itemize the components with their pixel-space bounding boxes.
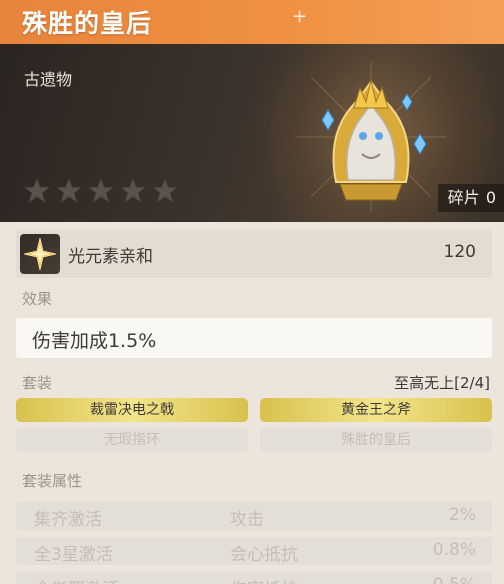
rarity-stars [22, 176, 180, 206]
main-stat-row: 光元素亲和 120 [16, 230, 492, 278]
light-element-icon [20, 234, 60, 274]
item-banner: 古遗物 碎片 0 [0, 44, 504, 222]
attr-condition: 集齐激活 [34, 510, 102, 530]
item-title: 殊胜的皇后 [22, 9, 153, 38]
attr-name: 会心抵抗 [230, 545, 298, 565]
set-attributes-label: 套装属性 [22, 472, 83, 490]
detail-panel: 光元素亲和 120 效果 伤害加成1.5% 套装 至高无上[2/4] 裁雷决电之… [0, 222, 504, 584]
set-piece[interactable]: 黄金王之斧 [260, 398, 492, 422]
shard-label: 碎片 [447, 188, 480, 207]
set-attribute-row: 全3星激活 会心抵抗 0.8% [16, 537, 492, 565]
attr-condition: 全觉醒激活 [34, 575, 119, 584]
star-icon [22, 176, 52, 206]
set-attribute-row: 集齐激活 攻击 2% [16, 502, 492, 530]
star-icon [150, 176, 180, 206]
set-progress: 至高无上[2/4] [394, 374, 490, 392]
effect-value: 伤害加成1.5% [32, 330, 157, 352]
main-stat-value: 120 [443, 242, 476, 262]
set-attribute-row: 全觉醒激活 伤害抵抗 0.5% [16, 572, 492, 584]
sparkle-icon: + [292, 6, 308, 27]
item-type-label: 古遗物 [24, 70, 73, 89]
attr-value: 0.8% [432, 540, 476, 560]
attr-name: 攻击 [230, 510, 264, 530]
set-label: 套装 [22, 374, 53, 392]
set-piece[interactable]: 无瑕指环 [16, 428, 248, 452]
artifact-detail-card: 殊胜的皇后 + 古遗物 碎片 0 光元素亲和 120 效果 伤害加成1.5% 套… [0, 0, 504, 584]
set-piece[interactable]: 裁雷决电之戟 [16, 398, 248, 422]
title-bar: 殊胜的皇后 + [0, 0, 504, 44]
artifact-image [296, 62, 446, 212]
star-icon [86, 176, 116, 206]
attr-name: 伤害抵抗 [230, 575, 298, 584]
effect-box: 伤害加成1.5% [16, 318, 492, 358]
shard-value: 0 [485, 188, 496, 207]
attr-value: 0.5% [433, 575, 476, 584]
set-piece[interactable]: 殊胜的皇后 [260, 428, 492, 452]
main-stat-name: 光元素亲和 [68, 247, 153, 267]
star-icon [54, 176, 84, 206]
attr-value: 2% [449, 505, 476, 525]
star-icon [118, 176, 148, 206]
shard-count: 碎片 0 [437, 184, 504, 212]
attr-condition: 全3星激活 [34, 545, 113, 565]
effect-label: 效果 [22, 290, 53, 308]
